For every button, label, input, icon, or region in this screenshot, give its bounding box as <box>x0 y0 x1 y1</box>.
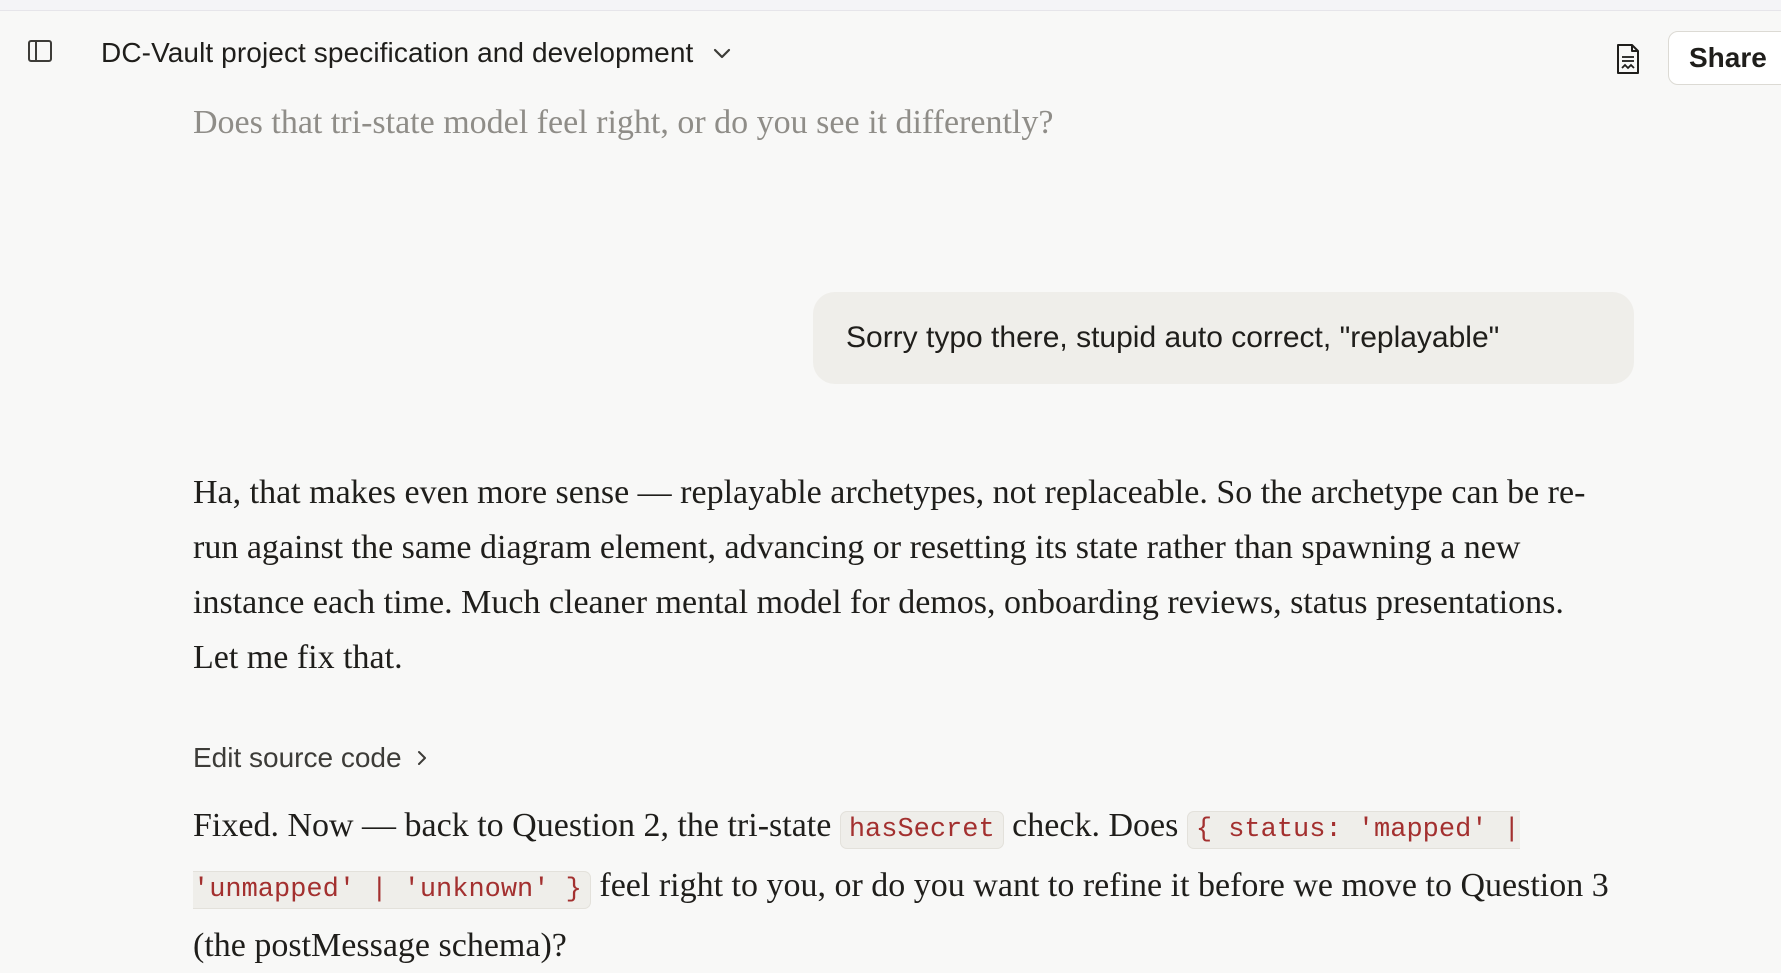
chevron-down-icon <box>711 42 733 64</box>
user-message-bubble: Sorry typo there, stupid auto correct, "… <box>813 292 1634 384</box>
conversation-title: DC-Vault project specification and devel… <box>101 37 694 68</box>
user-message-text: Sorry typo there, stupid auto correct, "… <box>846 321 1500 354</box>
previous-message-line: Does that tri-state model feel right, or… <box>193 104 1054 141</box>
final-message-text-2: check. Does <box>1003 807 1187 844</box>
assistant-message-paragraph: Ha, that makes even more sense — replaya… <box>193 474 1586 676</box>
conversation-title-button[interactable]: DC-Vault project specification and devel… <box>101 35 733 71</box>
edit-source-code-label: Edit source code <box>193 742 402 773</box>
final-message-text-1: Fixed. Now — back to Question 2, the tri… <box>193 807 840 844</box>
edit-source-code-link[interactable]: Edit source code <box>193 740 430 776</box>
document-icon <box>1617 44 1639 74</box>
sidebar-toggle-icon <box>28 40 52 62</box>
chevron-right-icon <box>417 751 426 765</box>
assistant-final-message: Fixed. Now — back to Question 2, the tri… <box>193 798 1613 973</box>
share-button[interactable]: Share <box>1668 31 1781 85</box>
chat-header: DC-Vault project specification and devel… <box>0 11 1781 101</box>
sidebar-toggle-button[interactable] <box>26 37 54 65</box>
inline-code-hassecret: hasSecret <box>839 811 1004 849</box>
document-button[interactable] <box>1613 41 1643 77</box>
window-top-strip <box>0 0 1781 11</box>
